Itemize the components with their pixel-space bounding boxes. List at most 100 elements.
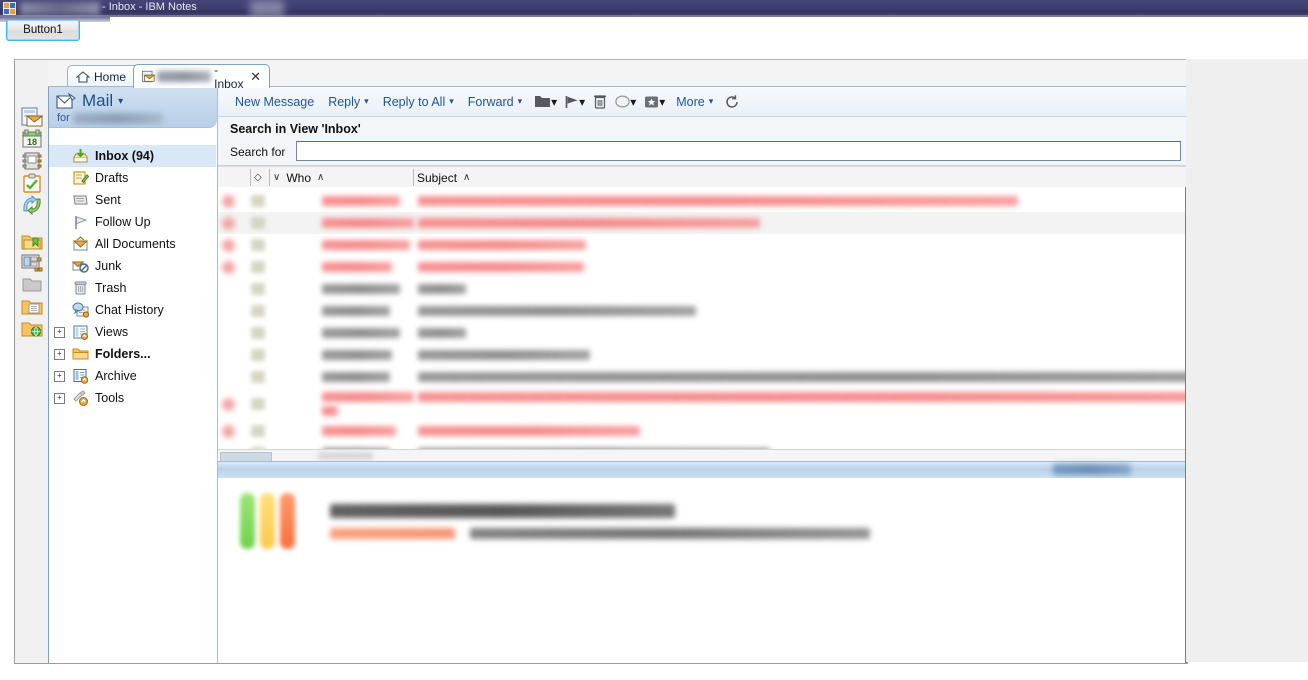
table-row[interactable] (218, 344, 1187, 366)
tab-inbox[interactable]: - Inbox ✕ (133, 63, 270, 91)
refresh-button[interactable] (720, 91, 744, 113)
new-message-button[interactable]: New Message (228, 91, 321, 113)
reply-button[interactable]: Reply ▾ (321, 91, 376, 113)
todo-rail-icon[interactable] (17, 172, 47, 194)
mail-navigator: Mail ▾ for Inbox (94) Drafts Sent Follow… (49, 87, 218, 663)
navigator-title: Mail (82, 91, 114, 110)
sidebar-item-archive-label: Archive (95, 369, 137, 383)
sidebar-item-tools[interactable]: + Tools (49, 387, 216, 409)
mail-rail-icon[interactable] (17, 106, 47, 128)
sort-indicator-pre: ∨ (273, 172, 281, 183)
right-pane: New Message Reply ▾ Reply to All ▾ Forwa… (218, 87, 1187, 663)
cell-subject-redacted (418, 284, 466, 294)
expand-twisty-icon[interactable]: + (54, 349, 65, 360)
table-row[interactable] (218, 212, 1187, 234)
close-icon[interactable]: ✕ (250, 70, 261, 83)
reply-to-all-button[interactable]: Reply to All ▾ (376, 91, 461, 113)
table-row[interactable] (218, 234, 1187, 256)
navigator-for-row: for (57, 112, 163, 124)
message-type-icon (251, 195, 265, 207)
scrollbar-redacted-label (318, 452, 373, 460)
cell-subject-redacted (418, 240, 586, 250)
sidebar-item-follow-up[interactable]: Follow Up (49, 211, 216, 233)
cell-who-redacted (322, 350, 392, 360)
chat-history-icon (71, 301, 89, 319)
table-row[interactable] (218, 300, 1187, 322)
col-who[interactable]: ∨ Who ∧ (273, 169, 324, 186)
tab-inbox-redacted-user (157, 71, 212, 82)
table-row[interactable] (218, 256, 1187, 278)
preview-divider-bar[interactable] (218, 461, 1187, 479)
reply-label: Reply (328, 94, 361, 109)
internet-rail-icon[interactable] (17, 318, 47, 340)
ibm-notes-window: 18 Home - Inbox ✕ Mail ▾ for Inbox (94) … (14, 59, 1188, 664)
flag-followup-button[interactable]: ▾ (561, 91, 589, 113)
col-subject[interactable]: Subject ∧ (417, 169, 470, 186)
sidebar-item-inbox[interactable]: Inbox (94) (49, 145, 216, 167)
message-type-icon (251, 349, 265, 361)
sidebar-item-sent[interactable]: Sent (49, 189, 216, 211)
sidebar-item-archive[interactable]: + Archive (49, 365, 216, 387)
sidebar-item-junk[interactable]: Junk (49, 255, 216, 277)
refresh-icon (726, 94, 739, 108)
replication-rail-icon[interactable] (17, 194, 47, 216)
drafts-icon (71, 169, 89, 187)
table-row[interactable] (218, 278, 1187, 300)
search-input[interactable] (296, 141, 1181, 161)
calendar-rail-icon[interactable]: 18 (17, 128, 47, 150)
folder-rail-icon[interactable] (17, 274, 47, 296)
col-priority[interactable]: ◇ (254, 169, 262, 186)
tab-strip: Home - Inbox ✕ (48, 60, 1187, 91)
folder-move-button[interactable]: ▾ (531, 91, 561, 113)
message-list[interactable] (218, 187, 1187, 449)
expand-twisty-icon[interactable]: + (54, 393, 65, 404)
sidebar-item-views[interactable]: + Views (49, 321, 216, 343)
table-row[interactable] (218, 322, 1187, 344)
search-band: Search in View 'Inbox' Search for (218, 117, 1187, 166)
cell-who-redacted (322, 306, 390, 316)
unread-flag-icon (222, 424, 235, 438)
favorites-rail-icon[interactable] (17, 230, 47, 252)
chevron-down-icon[interactable]: ▾ (118, 96, 123, 107)
chat-button[interactable]: ▾ (611, 91, 640, 113)
sidebar-item-drafts[interactable]: Drafts (49, 167, 216, 189)
expand-twisty-icon[interactable]: + (54, 327, 65, 338)
chevron-down-icon: ▾ (364, 96, 369, 106)
message-type-icon (251, 371, 265, 383)
sidebar-item-trash-label: Trash (95, 281, 127, 295)
sidebar-item-folders[interactable]: + Folders... (49, 343, 216, 365)
more-actions-icon-button[interactable]: ▾ (640, 91, 669, 113)
col-subject-label: Subject (417, 170, 458, 185)
forward-button[interactable]: Forward ▾ (461, 91, 529, 113)
contacts-rail-icon[interactable] (17, 150, 47, 172)
action-toolbar: New Message Reply ▾ Reply to All ▾ Forwa… (218, 87, 1187, 117)
button1[interactable]: Button1 (6, 19, 80, 41)
delete-trash-icon (594, 95, 607, 109)
chevron-down-icon: ▾ (579, 94, 586, 109)
preview-redacted-sender (330, 528, 455, 539)
expand-twisty-icon[interactable]: + (54, 371, 65, 382)
table-row[interactable] (218, 388, 1187, 420)
cell-subject-redacted (418, 426, 640, 436)
cell-who-redacted (322, 372, 390, 382)
sort-indicator: ◇ (254, 172, 262, 183)
home-icon (76, 71, 90, 83)
workspace-rail-icon[interactable] (17, 252, 47, 274)
table-row[interactable] (218, 420, 1187, 442)
views-icon (71, 323, 89, 341)
window-title: - Inbox - IBM Notes (102, 1, 197, 13)
table-row[interactable] (218, 366, 1187, 388)
table-row[interactable] (218, 442, 1187, 449)
message-type-icon (251, 217, 265, 229)
preview-pane[interactable] (218, 478, 1187, 663)
sidebar-item-inbox-label: Inbox (94) (95, 149, 155, 163)
delete-button[interactable] (589, 91, 611, 113)
more-button[interactable]: More ▾ (669, 91, 720, 113)
sidebar-item-folders-label: Folders... (95, 347, 151, 361)
databases-rail-icon[interactable] (17, 296, 47, 318)
sidebar-item-tools-label: Tools (95, 391, 125, 405)
table-row[interactable] (218, 190, 1187, 212)
sidebar-item-trash[interactable]: Trash (49, 277, 216, 299)
sidebar-item-all-documents[interactable]: All Documents (49, 233, 216, 255)
sidebar-item-chat-history[interactable]: Chat History (49, 299, 216, 321)
